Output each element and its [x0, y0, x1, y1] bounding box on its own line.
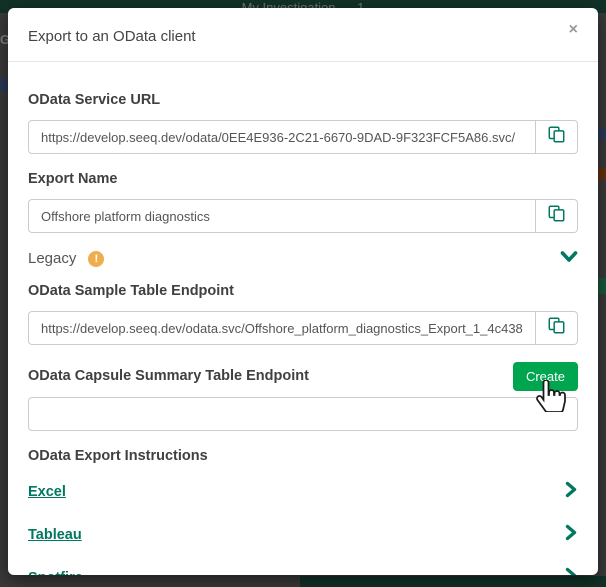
- export-name-copy-button[interactable]: [536, 199, 578, 233]
- warning-icon: !: [88, 251, 104, 267]
- instructions-row-tableau[interactable]: Tableau: [28, 513, 578, 556]
- copy-icon: [548, 317, 565, 339]
- capsule-endpoint-group: [28, 397, 578, 431]
- instructions-row-excel[interactable]: Excel: [28, 470, 578, 513]
- modal-header: Export to an OData client ×: [8, 8, 598, 62]
- legacy-label: Legacy: [28, 250, 76, 267]
- service-url-group: [28, 120, 578, 154]
- export-name-group: [28, 199, 578, 233]
- export-name-label: Export Name: [28, 171, 578, 187]
- legacy-section-header[interactable]: Legacy !: [28, 250, 578, 267]
- excel-link[interactable]: Excel: [28, 484, 66, 500]
- service-url-label: OData Service URL: [28, 92, 578, 108]
- close-icon[interactable]: ×: [569, 22, 578, 38]
- chevron-right-icon: [564, 567, 578, 575]
- legacy-collapse-toggle[interactable]: [560, 250, 578, 267]
- sample-endpoint-label: OData Sample Table Endpoint: [28, 283, 578, 299]
- sample-endpoint-copy-button[interactable]: [536, 311, 578, 345]
- modal-title: Export to an OData client: [28, 28, 578, 45]
- chevron-down-icon: [560, 250, 578, 267]
- copy-icon: [548, 126, 565, 148]
- export-instructions-heading: OData Export Instructions: [28, 448, 578, 464]
- chevron-right-icon: [564, 481, 578, 503]
- copy-icon: [548, 205, 565, 227]
- capsule-endpoint-label: OData Capsule Summary Table Endpoint: [28, 368, 309, 384]
- modal-body: OData Service URL Export Name: [8, 62, 598, 575]
- sample-endpoint-input[interactable]: [28, 311, 536, 345]
- capsule-endpoint-header-row: OData Capsule Summary Table Endpoint Cre…: [28, 362, 578, 391]
- create-button[interactable]: Create: [513, 362, 578, 391]
- tableau-link[interactable]: Tableau: [28, 527, 82, 543]
- service-url-input[interactable]: [28, 120, 536, 154]
- spotfire-link[interactable]: Spotfire: [28, 570, 83, 575]
- chevron-right-icon: [564, 524, 578, 546]
- instructions-row-spotfire[interactable]: Spotfire: [28, 556, 578, 575]
- service-url-copy-button[interactable]: [536, 120, 578, 154]
- capsule-endpoint-input[interactable]: [28, 397, 578, 431]
- export-name-input[interactable]: [28, 199, 536, 233]
- sample-endpoint-group: [28, 311, 578, 345]
- export-odata-modal: Export to an OData client × OData Servic…: [8, 8, 598, 575]
